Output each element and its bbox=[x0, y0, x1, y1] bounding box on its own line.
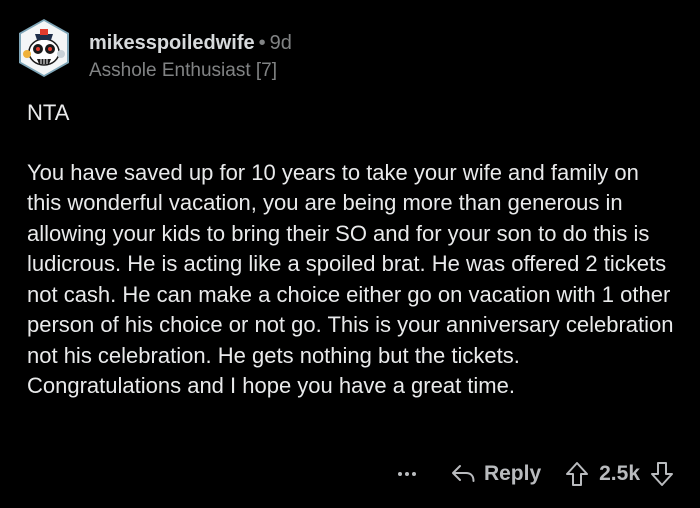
comment-text: You have saved up for 10 years to take y… bbox=[27, 159, 674, 399]
vote-score: 2.5k bbox=[599, 462, 640, 485]
meta-separator: • bbox=[258, 32, 266, 54]
vote-controls: 2.5k bbox=[565, 461, 674, 487]
more-dots-icon bbox=[397, 472, 402, 476]
avatar-snoo-icon bbox=[19, 19, 69, 77]
reply-label: Reply bbox=[483, 462, 542, 485]
username-link[interactable]: mikesspoiledwife bbox=[89, 32, 255, 54]
user-flair: Asshole Enthusiast [7] bbox=[89, 60, 277, 81]
comment: mikesspoiledwife • 9d Asshole Enthusiast [… bbox=[0, 0, 700, 508]
comment-age: 9d bbox=[269, 32, 292, 54]
comment-verdict: NTA bbox=[27, 100, 70, 125]
more-options-button[interactable] bbox=[397, 472, 416, 476]
meta-line: mikesspoiledwife • 9d bbox=[89, 30, 292, 56]
upvote-arrow-icon[interactable] bbox=[565, 461, 589, 487]
comment-meta: mikesspoiledwife • 9d Asshole Enthusiast [… bbox=[89, 30, 292, 84]
comment-actions: Reply 2.5k bbox=[397, 460, 674, 488]
more-dot bbox=[411, 472, 416, 476]
comment-body: NTA You have saved up for 10 years to ta… bbox=[27, 98, 677, 402]
reply-arrow-icon bbox=[451, 465, 475, 482]
more-dot bbox=[404, 472, 409, 476]
reply-button[interactable]: Reply bbox=[450, 462, 541, 486]
avatar[interactable] bbox=[14, 18, 74, 78]
downvote-arrow-icon[interactable] bbox=[650, 461, 674, 487]
